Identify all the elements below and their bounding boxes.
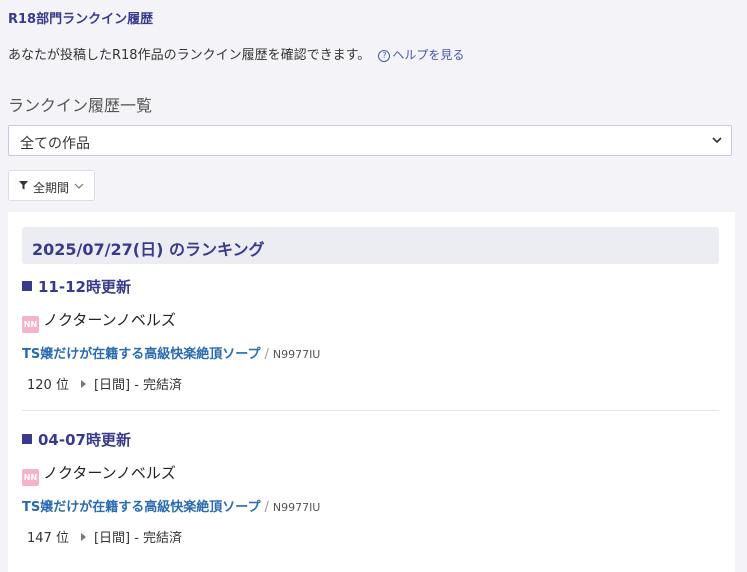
work-title-link[interactable]: TS嬢だけが在籍する高級快楽絶頂ソープ — [22, 347, 260, 362]
rank-detail: [日間] - 完結済 — [93, 531, 183, 546]
update-time-heading: 04-07時更新 — [22, 429, 131, 450]
square-icon — [22, 434, 32, 444]
site-row: NN ノクターンノベルズ — [22, 462, 176, 486]
triangle-right-icon — [80, 380, 86, 388]
divider — [22, 410, 719, 411]
rank-row: 120 位 [日間] - 完結済 — [27, 374, 182, 393]
rank-row: 147 位 [日間] - 完結済 — [27, 527, 182, 546]
intro-text: あなたが投稿したR18作品のランクイン履歴を確認できます。 — [8, 48, 371, 63]
period-filter-label: 全期間 — [33, 181, 70, 195]
work-select[interactable]: 全ての作品 — [8, 125, 732, 156]
chevron-down-icon — [712, 137, 722, 144]
page-title: R18部門ランクイン履歴 — [8, 12, 154, 27]
ranking-panel: 2025/07/27(日) のランキング 11-12時更新 NN ノクターンノベル… — [8, 212, 735, 572]
rank-value: 147 位 — [27, 531, 69, 546]
nocturne-logo-icon: NN — [22, 469, 39, 486]
help-link[interactable]: ? ヘルプを見る — [378, 48, 464, 62]
period-filter-button[interactable]: 全期間 — [8, 170, 95, 201]
filter-icon — [19, 181, 28, 190]
square-icon — [22, 281, 32, 291]
ranking-date-title: 2025/07/27(日) のランキング — [32, 240, 265, 259]
triangle-right-icon — [80, 533, 86, 541]
help-link-label: ヘルプを見る — [392, 48, 465, 62]
section-title: ランクイン履歴一覧 — [8, 96, 153, 115]
update-time-heading: 11-12時更新 — [22, 276, 131, 297]
ncode: N9977IU — [272, 348, 321, 361]
site-row: NN ノクターンノベルズ — [22, 309, 176, 333]
update-time-label: 11-12時更新 — [38, 278, 131, 296]
nocturne-logo-icon: NN — [22, 316, 39, 333]
work-select-value: 全ての作品 — [20, 136, 90, 152]
work-row: TS嬢だけが在籍する高級快楽絶頂ソープ / N9977IU — [22, 343, 320, 362]
separator: / — [264, 347, 269, 362]
help-icon: ? — [378, 50, 391, 62]
work-title-link[interactable]: TS嬢だけが在籍する高級快楽絶頂ソープ — [22, 500, 260, 515]
ncode: N9977IU — [272, 501, 321, 514]
update-time-label: 04-07時更新 — [38, 431, 131, 449]
ranking-date-header: 2025/07/27(日) のランキング — [22, 227, 719, 264]
site-name: ノクターンノベルズ — [43, 464, 176, 482]
rank-detail: [日間] - 完結済 — [93, 378, 183, 393]
site-name: ノクターンノベルズ — [43, 311, 176, 329]
chevron-down-icon — [74, 183, 84, 189]
work-row: TS嬢だけが在籍する高級快楽絶頂ソープ / N9977IU — [22, 496, 320, 515]
separator: / — [264, 500, 269, 515]
intro-text-row: あなたが投稿したR18作品のランクイン履歴を確認できます。 ? ヘルプを見る — [8, 44, 464, 63]
rank-value: 120 位 — [27, 378, 69, 393]
